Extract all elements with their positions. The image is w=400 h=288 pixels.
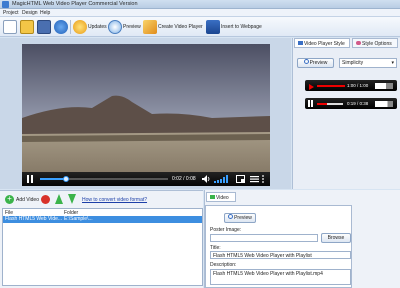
new-project-icon[interactable] (3, 20, 17, 34)
help-icon[interactable] (54, 20, 68, 34)
row-folder: E:\Sample\... (64, 216, 93, 222)
time-display: 0:02 / 0:08 (172, 176, 196, 182)
video-tab-icon (210, 195, 215, 199)
table-row[interactable]: Flash HTML5 Web Vide... E:\Sample\... (3, 216, 202, 223)
browse-button[interactable]: Browse (321, 233, 351, 243)
app-icon (2, 1, 9, 8)
preview-icon[interactable] (108, 20, 122, 34)
fullscreen-icon[interactable] (236, 175, 245, 183)
updates-icon[interactable] (73, 20, 87, 34)
row-file-name: Flash HTML5 Web Vide... (5, 216, 63, 222)
more-icon[interactable] (261, 175, 265, 183)
style-preview-button[interactable]: Preview (297, 58, 334, 68)
skin2-volume (375, 101, 393, 107)
chevron-down-icon: ▾ (391, 60, 394, 66)
menu-bar: Project Design Help (0, 9, 400, 17)
convert-format-link[interactable]: How to convert video format? (82, 197, 147, 203)
tab-video-label: Video (216, 195, 229, 201)
tab-video-player-style[interactable]: Video Player Style (294, 38, 350, 48)
tab-video[interactable]: Video (206, 192, 236, 202)
video-properties: Preview Poster Image: Browse Title: Flas… (205, 205, 352, 288)
open-folder-icon[interactable] (20, 20, 34, 34)
menu-design[interactable]: Design (22, 10, 38, 16)
menu-project[interactable]: Project (3, 10, 19, 16)
insert-webpage-icon[interactable] (206, 20, 220, 34)
poster-image-label: Poster Image: (210, 227, 242, 233)
skin1-time: 1:00 / 1:00 (347, 83, 369, 88)
tab-style-options-label: Style Options (362, 41, 392, 47)
create-video-player-button[interactable]: Create Video Player (158, 24, 203, 30)
magnifier-icon (228, 214, 234, 219)
pause-icon[interactable] (26, 175, 34, 183)
toolbar-separator (70, 20, 71, 34)
skin-progress (317, 85, 345, 87)
skin-volume (375, 83, 393, 89)
skin2-progress (317, 103, 328, 105)
create-player-icon[interactable] (143, 20, 157, 34)
tab-style-options[interactable]: Style Options (352, 38, 398, 48)
skin-select-value: Simplicity (342, 60, 364, 66)
move-up-icon[interactable] (55, 194, 63, 204)
skin-thumbnail-alt[interactable]: 0:19 / 0:38 (305, 98, 397, 109)
seek-progress (40, 178, 66, 180)
title-bar: MagicHTML Web Video Player Commercial Ve… (0, 0, 400, 9)
magnifier-icon (303, 59, 309, 64)
seek-bar[interactable] (40, 178, 168, 180)
play-icon (309, 84, 314, 90)
menu-help[interactable]: Help (40, 10, 50, 16)
skin2-time: 0:19 / 0:38 (347, 101, 369, 106)
move-down-icon[interactable] (68, 194, 76, 204)
skin-thumbnail-simplicity[interactable]: 1:00 / 1:00 (305, 80, 397, 91)
seek-handle[interactable] (62, 176, 69, 182)
remove-icon[interactable] (41, 195, 50, 204)
volume-icon[interactable] (202, 175, 211, 183)
video-preview-button[interactable]: Preview (224, 213, 256, 223)
player-control-bar: 0:02 / 0:08 (22, 172, 270, 186)
toolbar: Updates Preview Create Video Player Inse… (0, 17, 400, 37)
style-preview-label: Preview (309, 60, 328, 66)
updates-button[interactable]: Updates (88, 24, 107, 30)
title-field[interactable]: Flash HTML5 Web Video Player with Playli… (210, 251, 351, 259)
skin-select[interactable]: Simplicity ▾ (339, 58, 397, 68)
description-label: Description: (210, 262, 237, 268)
style-options-icon (356, 41, 361, 45)
video-frame[interactable] (22, 44, 270, 186)
player-style-icon (298, 41, 303, 45)
add-icon[interactable]: + (5, 195, 14, 204)
tab-video-player-style-label: Video Player Style (304, 41, 345, 47)
insert-to-webpage-button[interactable]: Insert to Webpage (221, 24, 262, 30)
description-field[interactable]: Flash HTML5 Web Video Player with Playli… (210, 269, 351, 285)
video-preview-label: Preview (234, 215, 252, 221)
save-icon[interactable] (37, 20, 51, 34)
poster-image-field[interactable] (210, 234, 318, 242)
volume-level-icon[interactable] (214, 175, 230, 183)
video-scene (22, 44, 270, 186)
add-video-button[interactable]: Add Video (16, 197, 39, 203)
playlist-icon[interactable] (250, 175, 259, 183)
skin2-pause-icon (308, 100, 310, 107)
file-toolbar: + Add Video How to convert video format? (2, 193, 201, 207)
window-title: MagicHTML Web Video Player Commercial Ve… (12, 1, 138, 7)
preview-button[interactable]: Preview (123, 24, 141, 30)
skin2-progress-track (317, 103, 343, 105)
